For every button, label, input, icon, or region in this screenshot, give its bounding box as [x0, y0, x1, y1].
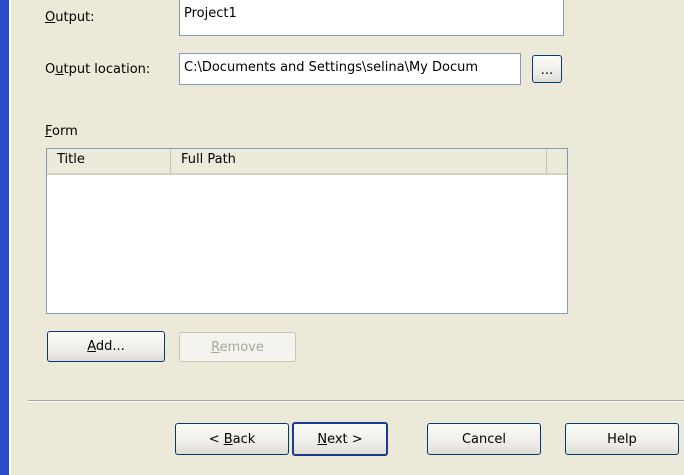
next-button[interactable]: Next > — [292, 422, 388, 456]
output-label: Output: — [45, 10, 95, 25]
column-header-title-label: Title — [57, 152, 85, 167]
cancel-button[interactable]: Cancel — [427, 423, 541, 455]
footer-separator — [28, 400, 684, 402]
back-button-label: < Back — [208, 431, 256, 447]
browse-button-label: ... — [540, 63, 554, 78]
output-location-label: Output location: — [45, 62, 151, 77]
left-accent-bar — [0, 0, 9, 475]
back-button[interactable]: < Back — [175, 423, 289, 455]
left-accent-edge — [9, 0, 11, 475]
remove-button[interactable]: Remove — [179, 332, 296, 362]
help-button[interactable]: Help — [565, 423, 679, 455]
cancel-button-label: Cancel — [461, 431, 507, 447]
output-field-value: Project1 — [184, 6, 237, 21]
form-list[interactable]: Title Full Path — [46, 148, 568, 314]
help-button-label: Help — [607, 431, 637, 447]
output-location-field-value: C:\Documents and Settings\selina\My Docu… — [184, 60, 479, 75]
output-field[interactable]: Project1 — [179, 0, 564, 36]
column-header-title[interactable]: Title — [47, 149, 171, 175]
form-list-header: Title Full Path — [47, 149, 567, 175]
column-header-filler — [547, 149, 567, 175]
output-location-field[interactable]: C:\Documents and Settings\selina\My Docu… — [179, 53, 521, 85]
column-header-full-path[interactable]: Full Path — [171, 149, 547, 175]
remove-button-label: Remove — [211, 339, 264, 355]
form-label: Form — [45, 124, 78, 139]
next-button-label: Next > — [317, 431, 363, 447]
add-button[interactable]: Add... — [47, 331, 165, 362]
add-button-label: Add... — [87, 339, 125, 354]
column-header-full-path-label: Full Path — [181, 152, 236, 167]
browse-button[interactable]: ... — [532, 55, 562, 83]
